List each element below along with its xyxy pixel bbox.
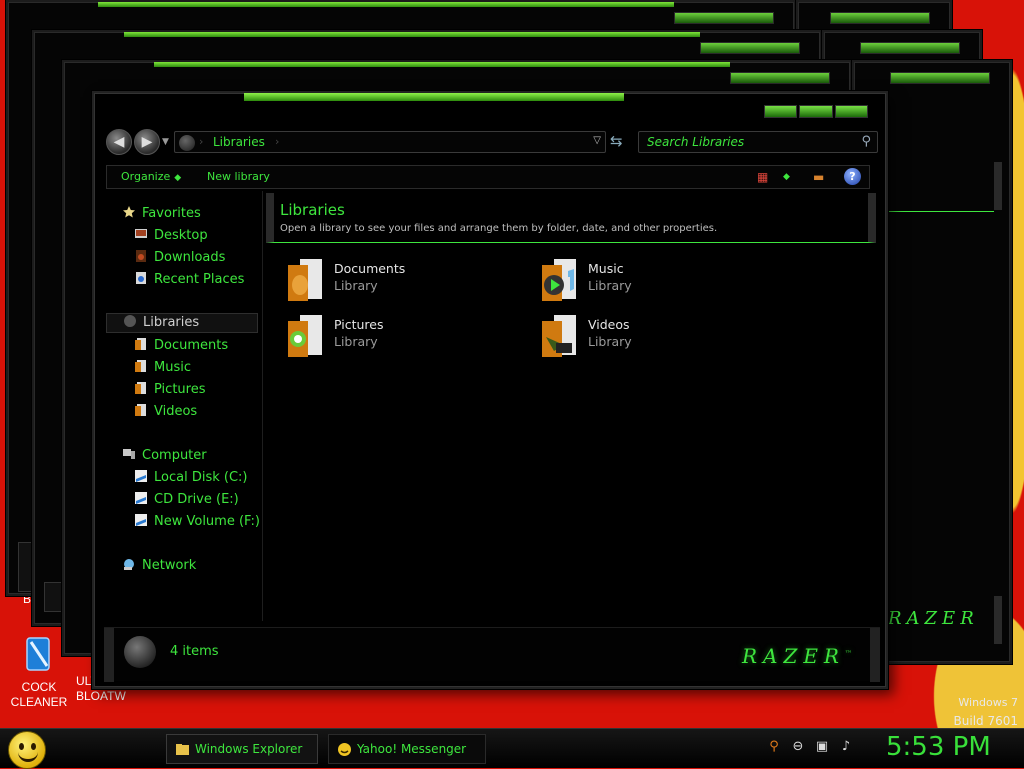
folder-icon	[176, 744, 189, 755]
recent-places-icon	[136, 272, 146, 284]
system-tray: ⚲ ⊖ ▣ ♪	[766, 739, 854, 757]
nav-recent-places[interactable]: Recent Places	[134, 271, 244, 291]
task-yahoo-messenger[interactable]: Yahoo! Messenger	[328, 734, 486, 764]
star-icon	[123, 206, 135, 218]
address-row: ◀ ▶ ▼ › Libraries › ▽ ⇆ ⚲	[106, 129, 878, 157]
minus-tray-icon[interactable]: ⊖	[790, 739, 806, 757]
window-controls[interactable]	[764, 105, 868, 118]
windows-build-watermark: Windows 7 Build 7601	[954, 694, 1018, 730]
maximize-button[interactable]	[799, 105, 833, 118]
start-button[interactable]	[8, 731, 46, 769]
nav-pictures[interactable]: Pictures	[134, 381, 205, 401]
close-button[interactable]	[834, 105, 868, 118]
library-pictures[interactable]: Pictures Library	[284, 313, 504, 365]
search-input[interactable]	[645, 133, 845, 151]
taskbar: Windows Explorer Yahoo! Messenger ⚲ ⊖ ▣ …	[0, 728, 1024, 769]
volume-icon[interactable]: ♪	[838, 739, 854, 757]
task-windows-explorer[interactable]: Windows Explorer	[166, 734, 318, 764]
nav-videos[interactable]: Videos	[134, 403, 197, 423]
details-pane: 4 items RAZER™	[104, 627, 880, 682]
back-button[interactable]: ◀	[106, 129, 132, 155]
search-box[interactable]: ⚲	[638, 131, 878, 153]
nav-computer[interactable]: Computer	[122, 447, 207, 467]
nav-documents[interactable]: Documents	[134, 337, 228, 357]
library-videos[interactable]: Videos Library	[538, 313, 758, 365]
libraries-large-icon	[124, 636, 156, 668]
pictures-library-icon	[288, 315, 322, 357]
search-icon[interactable]: ⚲	[861, 134, 871, 149]
nav-cd-drive-e[interactable]: CD Drive (E:)	[134, 491, 239, 511]
minimize-button[interactable]	[764, 105, 798, 118]
forward-arrow-icon: ▶	[141, 134, 153, 150]
recent-pages-dropdown[interactable]: ▼	[162, 137, 169, 147]
nav-network[interactable]: Network	[122, 557, 196, 577]
cd-drive-icon	[135, 492, 147, 504]
razer-logo: RAZER™	[741, 644, 852, 668]
content-description: Open a library to see your files and arr…	[280, 223, 718, 234]
computer-icon	[123, 449, 135, 459]
help-button[interactable]: ?	[844, 168, 861, 185]
forward-button[interactable]: ▶	[134, 129, 160, 155]
new-library-button[interactable]: New library	[207, 170, 270, 183]
drive-icon	[135, 514, 147, 526]
command-bar: Organize ◆ New library ▦ ◆ ▬ ?	[106, 165, 870, 189]
videos-library-icon	[542, 315, 576, 357]
window-controls[interactable]	[674, 12, 774, 24]
change-view-icon[interactable]: ▦	[757, 170, 768, 184]
nav-favorites[interactable]: Favorites	[122, 205, 201, 225]
library-documents[interactable]: Documents Library	[284, 257, 504, 309]
yahoo-smiley-icon	[338, 743, 351, 756]
libraries-icon	[124, 315, 136, 327]
nav-desktop[interactable]: Desktop	[134, 227, 208, 247]
address-bar[interactable]: › Libraries › ▽	[174, 131, 606, 153]
watermark-os: Windows 7	[958, 696, 1018, 709]
view-dropdown-icon[interactable]: ◆	[783, 172, 790, 182]
network-icon	[124, 559, 134, 570]
back-arrow-icon: ◀	[113, 134, 125, 150]
breadcrumb-libraries[interactable]: Libraries	[213, 135, 265, 149]
address-dropdown-icon[interactable]: ▽	[593, 135, 601, 146]
music-library-icon	[542, 259, 576, 301]
background-brand-logo: RAZER	[888, 608, 979, 629]
smiley-icon	[19, 743, 37, 750]
libraries-header: Libraries Open a library to see your fil…	[266, 193, 876, 243]
videos-icon	[135, 404, 146, 416]
desktop-icon	[135, 229, 147, 238]
window-controls[interactable]	[700, 42, 800, 54]
window-controls[interactable]	[730, 72, 830, 84]
library-music[interactable]: Music Library	[538, 257, 758, 309]
clock[interactable]: 5:53 PM	[886, 732, 991, 762]
explorer-window[interactable]: ◀ ▶ ▼ › Libraries › ▽ ⇆ ⚲ Organize◆ New …	[92, 91, 888, 689]
breadcrumb-separator-icon[interactable]: ›	[199, 135, 203, 148]
downloads-icon	[136, 250, 146, 262]
item-count: 4 items	[170, 644, 219, 659]
network-tray-icon[interactable]: ▣	[814, 739, 830, 757]
nav-downloads[interactable]: Downloads	[134, 249, 225, 269]
libraries-icon	[179, 135, 195, 151]
breadcrumb-separator-icon[interactable]: ›	[275, 135, 279, 148]
cleaner-icon	[26, 637, 50, 671]
music-icon	[135, 360, 146, 372]
nav-new-volume-f[interactable]: New Volume (F:)	[134, 513, 260, 533]
navigation-pane: Favorites Desktop Downloads Recent Place…	[106, 197, 262, 627]
preview-pane-icon[interactable]: ▬	[813, 170, 824, 184]
documents-icon	[135, 338, 146, 350]
refresh-icon[interactable]: ⇆	[610, 132, 623, 150]
nav-music[interactable]: Music	[134, 359, 191, 379]
drive-icon	[135, 470, 147, 482]
documents-library-icon	[288, 259, 322, 301]
content-title: Libraries	[280, 201, 345, 219]
organize-button[interactable]: Organize ◆	[121, 170, 181, 183]
nav-libraries[interactable]: Libraries	[106, 313, 258, 333]
search-tray-icon[interactable]: ⚲	[766, 739, 782, 757]
dropdown-dot-icon: ◆	[174, 173, 182, 183]
pictures-icon	[135, 382, 146, 394]
content-pane: Libraries Open a library to see your fil…	[266, 193, 876, 623]
nav-local-disk-c[interactable]: Local Disk (C:)	[134, 469, 247, 489]
